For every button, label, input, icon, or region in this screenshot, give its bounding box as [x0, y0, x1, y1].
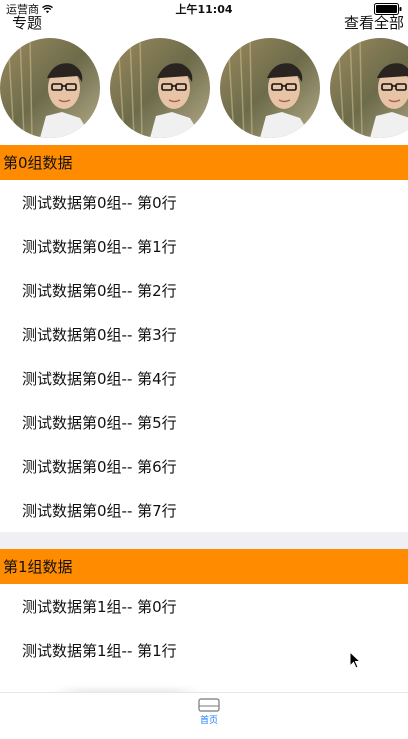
avatar[interactable] [0, 38, 100, 138]
table-view[interactable]: 第0组数据 测试数据第0组-- 第0行 测试数据第0组-- 第1行 测试数据第0… [0, 145, 408, 693]
avatar[interactable] [110, 38, 210, 138]
tab-bar: 首页 [0, 692, 408, 739]
table-row[interactable]: 测试数据第0组-- 第1行 [0, 224, 408, 268]
table-row[interactable]: 测试数据第0组-- 第4行 [0, 356, 408, 400]
table-row[interactable]: 测试数据第1组-- 第1行 [0, 628, 408, 672]
home-tab-icon [198, 698, 220, 712]
avatar-carousel[interactable] [0, 38, 408, 142]
header-title: 专题 [12, 14, 43, 32]
table-row[interactable]: 测试数据第1组-- 第0行 [0, 584, 408, 628]
avatar[interactable] [220, 38, 320, 138]
header-row: 专题 查看全部 [0, 13, 408, 35]
avatar-image [0, 38, 100, 138]
table-row[interactable]: 测试数据第0组-- 第5行 [0, 400, 408, 444]
section-separator [0, 532, 408, 549]
table-row[interactable]: 测试数据第0组-- 第7行 [0, 488, 408, 532]
avatar-image [110, 38, 210, 138]
table-row[interactable]: 测试数据第0组-- 第3行 [0, 312, 408, 356]
view-all-button[interactable]: 查看全部 [344, 13, 404, 33]
section-header: 第1组数据 [0, 549, 408, 584]
mouse-cursor-icon [349, 651, 361, 669]
tab-home[interactable]: 首页 [196, 697, 222, 735]
table-row[interactable]: 测试数据第0组-- 第0行 [0, 180, 408, 224]
app-screen: 运营商 上午11:04 专题 查看全部 第0组数据 测试数据第0组-- 第0行 … [0, 0, 408, 739]
avatar[interactable] [330, 38, 408, 138]
section-header: 第0组数据 [0, 145, 408, 180]
avatar-image [220, 38, 320, 138]
table-row[interactable]: 测试数据第0组-- 第2行 [0, 268, 408, 312]
avatar-image [330, 38, 408, 138]
tab-home-label: 首页 [199, 716, 218, 726]
table-row[interactable]: 测试数据第0组-- 第6行 [0, 444, 408, 488]
